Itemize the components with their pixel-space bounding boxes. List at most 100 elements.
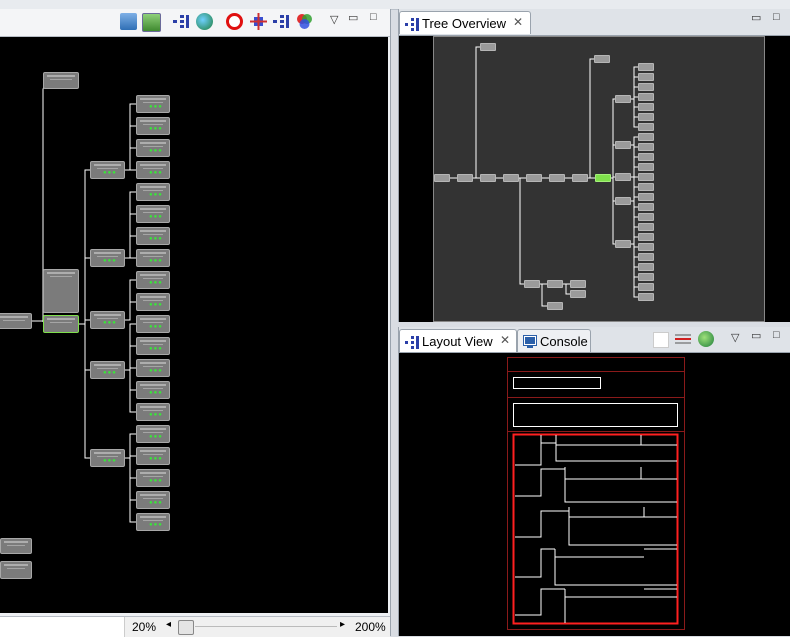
border-icon[interactable] — [675, 332, 691, 346]
overview-node[interactable] — [638, 183, 654, 191]
overview-node[interactable] — [503, 174, 519, 182]
tree-node[interactable]: ●●● — [136, 425, 170, 443]
zoom-left-arrow-icon[interactable]: ◂ — [166, 619, 171, 630]
overview-node[interactable] — [638, 213, 654, 221]
tree-node[interactable] — [43, 315, 79, 333]
tree-node[interactable]: ●●● — [136, 491, 170, 509]
tree-node[interactable]: ●●● — [136, 359, 170, 377]
tree-node[interactable]: ●●● — [90, 361, 125, 379]
capture-icon[interactable] — [250, 13, 267, 30]
tree-node[interactable]: ●●● — [136, 293, 170, 311]
overview-node[interactable] — [549, 174, 565, 182]
tree-node[interactable]: ●●● — [136, 227, 170, 245]
menu-icon[interactable]: ▽ — [731, 331, 739, 344]
minimize-icon[interactable]: ▭ — [751, 329, 761, 342]
overview-node[interactable] — [457, 174, 473, 182]
filter-input[interactable] — [0, 617, 125, 637]
tree-node[interactable]: ●●● — [136, 183, 170, 201]
tree-node[interactable]: ●●● — [136, 161, 170, 179]
overview-node[interactable] — [615, 141, 631, 149]
tree-node[interactable]: ●●● — [136, 117, 170, 135]
overview-node[interactable] — [615, 95, 631, 103]
tab-console[interactable]: Console — [517, 329, 591, 352]
stop-icon[interactable] — [226, 13, 243, 30]
overview-node[interactable] — [638, 133, 654, 141]
menu-icon[interactable]: ▽ — [330, 13, 338, 26]
tree-node[interactable] — [43, 72, 79, 89]
maximize-icon[interactable]: □ — [773, 329, 780, 341]
maximize-icon[interactable]: □ — [370, 11, 377, 23]
layout-icon[interactable] — [120, 13, 137, 30]
overview-node[interactable] — [638, 83, 654, 91]
color-icon[interactable] — [296, 13, 313, 30]
tab-tree-overview[interactable]: Tree Overview ✕ — [399, 11, 531, 34]
overview-node[interactable] — [570, 290, 586, 298]
overview-node[interactable] — [638, 203, 654, 211]
tree-node[interactable]: ●●● — [136, 513, 170, 531]
overview-node[interactable] — [594, 55, 610, 63]
globe-icon[interactable] — [698, 331, 714, 347]
overview-node[interactable] — [615, 173, 631, 181]
tree-node[interactable]: ●●● — [136, 337, 170, 355]
tree-node[interactable]: ●●● — [136, 447, 170, 465]
overview-node[interactable] — [638, 243, 654, 251]
overview-node[interactable] — [638, 73, 654, 81]
overview-node[interactable] — [638, 63, 654, 71]
tree-node[interactable] — [43, 269, 79, 313]
overview-node[interactable] — [595, 174, 611, 182]
tree-node[interactable]: ●●● — [136, 205, 170, 223]
layout-view-canvas[interactable] — [399, 353, 790, 636]
overview-node[interactable] — [638, 123, 654, 131]
overview-node[interactable] — [547, 280, 563, 288]
globe-icon[interactable] — [196, 13, 213, 30]
tree-view-canvas[interactable]: ●●● ●●● ●●● ●●● ●●● ●●● ●●● ●●● ●●● ●●● ●●● ●●● ●●● ●… — [0, 37, 388, 613]
tree-overview-canvas[interactable] — [399, 36, 790, 322]
tab-layout-view[interactable]: Layout View ✕ — [399, 329, 517, 352]
overview-node[interactable] — [638, 93, 654, 101]
minimize-icon[interactable]: ▭ — [348, 11, 358, 24]
tree-icon[interactable] — [172, 13, 190, 30]
overview-node[interactable] — [638, 143, 654, 151]
overview-node[interactable] — [638, 263, 654, 271]
tree-node[interactable]: ●●● — [136, 403, 170, 421]
overview-node[interactable] — [638, 273, 654, 281]
overview-node[interactable] — [615, 240, 631, 248]
overview-node[interactable] — [638, 293, 654, 301]
overview-viewport[interactable] — [433, 36, 765, 322]
maximize-icon[interactable]: □ — [773, 11, 780, 23]
tree-node[interactable]: ●●● — [90, 449, 125, 467]
zoom-slider-track[interactable] — [195, 626, 337, 627]
overview-node[interactable] — [480, 43, 496, 51]
close-icon[interactable]: ✕ — [500, 333, 510, 347]
overview-node[interactable] — [638, 103, 654, 111]
overview-node[interactable] — [638, 113, 654, 121]
zoom-right-arrow-icon[interactable]: ▸ — [340, 619, 345, 630]
overview-node[interactable] — [638, 163, 654, 171]
overview-node[interactable] — [526, 174, 542, 182]
tree-icon[interactable] — [272, 13, 290, 30]
overview-node[interactable] — [638, 223, 654, 231]
tree-node[interactable]: ●●● — [136, 271, 170, 289]
tree-node[interactable]: ●●● — [136, 381, 170, 399]
close-icon[interactable]: ✕ — [513, 15, 523, 29]
tree-node[interactable]: ●●● — [90, 311, 125, 329]
overview-node[interactable] — [638, 193, 654, 201]
overview-node[interactable] — [572, 174, 588, 182]
overview-node[interactable] — [638, 173, 654, 181]
tree-node[interactable]: ●●● — [90, 161, 125, 179]
overview-node[interactable] — [547, 302, 563, 310]
tree-node[interactable]: ●●● — [90, 249, 125, 267]
tree-node[interactable]: ●●● — [136, 315, 170, 333]
tree-node[interactable]: ●●● — [136, 95, 170, 113]
tree-node[interactable] — [0, 538, 32, 554]
overview-node[interactable] — [480, 174, 496, 182]
overview-node[interactable] — [638, 283, 654, 291]
overview-node[interactable] — [434, 174, 450, 182]
overview-node[interactable] — [524, 280, 540, 288]
tree-node[interactable]: ●●● — [136, 249, 170, 267]
tree-node[interactable] — [0, 313, 32, 329]
display-icon[interactable] — [142, 13, 161, 32]
tree-node[interactable] — [0, 561, 32, 579]
overview-node[interactable] — [615, 197, 631, 205]
overview-node[interactable] — [638, 233, 654, 241]
